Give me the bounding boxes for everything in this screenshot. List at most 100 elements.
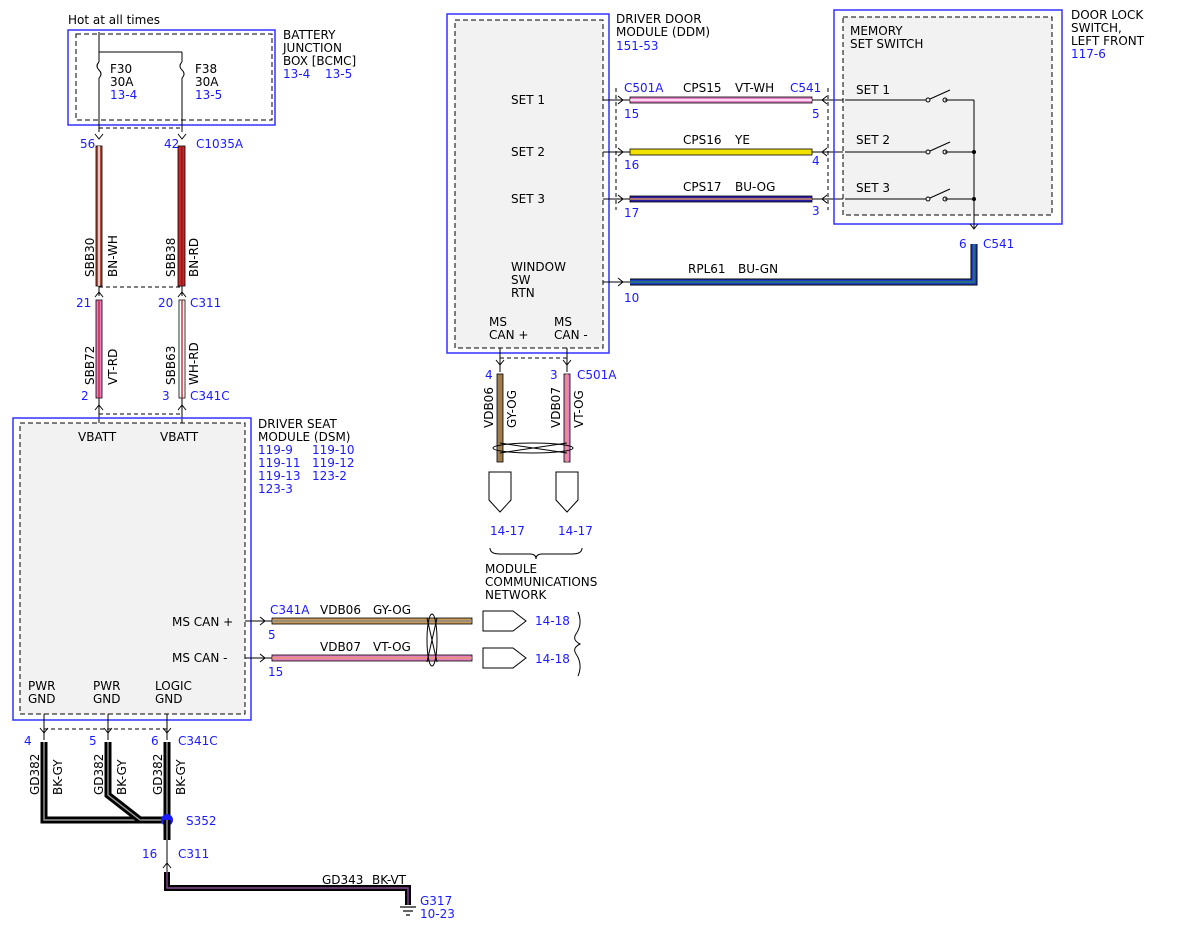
c311-pin-20: 20 (158, 296, 173, 310)
connector-arrow-icon (94, 133, 104, 140)
dsm-logic-gnd-l2: GND (155, 692, 183, 706)
ddm-ref[interactable]: 151-53 (616, 39, 659, 53)
fuse-f30-name: F30 (110, 62, 132, 76)
network-ref-14-18-b[interactable]: 14-18 (535, 652, 570, 666)
door-lock-switch-title-l1: DOOR LOCK (1071, 8, 1144, 22)
dsm-vbatt-2: VBATT (160, 430, 199, 444)
c501a-connector-label[interactable]: C501A (624, 81, 664, 95)
network-ref-14-18-a[interactable]: 14-18 (535, 614, 570, 628)
ddm-set2: SET 2 (511, 145, 545, 159)
c541-pin-3: 3 (812, 204, 820, 218)
ground-g317-label[interactable]: G317 (420, 894, 452, 908)
dsm-title-line2: MODULE (DSM) (258, 430, 350, 444)
fuse-f30-ref[interactable]: 13-4 (110, 88, 137, 102)
gd382-color-3: BK-GY (174, 759, 188, 795)
wire-sbb30-color: BN-WH (106, 235, 120, 277)
dsm-vbatt-1: VBATT (78, 430, 117, 444)
c341c-pin-4: 4 (24, 734, 32, 748)
offpage-connector-icon[interactable] (482, 610, 527, 632)
fuse-f38-name: F38 (195, 62, 217, 76)
c541-bottom-connector-label[interactable]: C541 (983, 237, 1014, 251)
network-ref-14-17-b[interactable]: 14-17 (558, 524, 593, 538)
dsm-title-line1: DRIVER SEAT (258, 417, 338, 431)
network-title-l1: MODULE (485, 562, 537, 576)
c311-bottom-connector-label[interactable]: C311 (178, 847, 209, 861)
dsm-pwr-gnd-1-l2: GND (28, 692, 56, 706)
door-lock-switch-title-l3: LEFT FRONT (1071, 34, 1145, 48)
c341a-pin-15: 15 (268, 665, 283, 679)
wire-cps17-circuit: CPS17 (683, 180, 722, 194)
dsm-ms-can-minus: MS CAN - (172, 651, 228, 665)
wire-vdb06-dsm-circuit: VDB06 (320, 603, 361, 617)
c501a-pin-10: 10 (624, 291, 639, 305)
wire-sbb38-color: BN-RD (187, 238, 201, 277)
offpage-connector-icon[interactable] (482, 647, 527, 669)
ddm-set1: SET 1 (511, 93, 545, 107)
c501a-pin-16: 16 (624, 158, 639, 172)
c501a-can-connector-label[interactable]: C501A (577, 368, 617, 382)
gd382-circuit-2: GD382 (92, 754, 106, 795)
c341c-bottom-connector-label[interactable]: C341C (178, 734, 218, 748)
dsm-inner-box (19, 422, 246, 715)
c341c-pin-5: 5 (89, 734, 97, 748)
c1035a-pin-56: 56 (80, 137, 95, 151)
ddm-ms-can-plus-l1: MS (489, 315, 507, 329)
c501a-can-pin-4: 4 (485, 368, 493, 382)
dsm-pwr-gnd-2-l2: GND (93, 692, 121, 706)
dsm-ref[interactable]: 119-12 (312, 456, 355, 470)
wire-cps17-color: BU-OG (735, 180, 775, 194)
c541-connector-label[interactable]: C541 (790, 81, 821, 95)
dsm-ref[interactable]: 123-3 (258, 482, 293, 496)
splice-s352-label[interactable]: S352 (186, 814, 217, 828)
offpage-connector-icon[interactable] (555, 471, 579, 513)
ddm-window-l2: SW (511, 273, 531, 287)
c541-pin-5: 5 (812, 107, 820, 121)
dsm-ref[interactable]: 119-11 (258, 456, 301, 470)
door-lock-switch-title-l2: SWITCH, (1071, 21, 1122, 35)
network-ref-14-17-a[interactable]: 14-17 (490, 524, 525, 538)
bcmc-ref-2[interactable]: 13-5 (325, 67, 352, 81)
wire-vdb06-ddm[interactable] (496, 373, 504, 463)
dsm-ref[interactable]: 123-2 (312, 469, 347, 483)
fuse-f38-ref[interactable]: 13-5 (195, 88, 222, 102)
wire-rpl61-color: BU-GN (738, 262, 778, 276)
wire-sbb63-circuit: SBB63 (164, 346, 178, 385)
wire-cps16-circuit: CPS16 (683, 133, 722, 147)
memory-set1: SET 1 (856, 83, 890, 97)
wire-sbb30-circuit: SBB30 (83, 238, 97, 277)
wire-vdb06-ddm-color: GY-OG (505, 390, 519, 428)
wire-gd343-color: BK-VT (372, 873, 407, 887)
offpage-connector-icon[interactable] (488, 471, 512, 513)
c341c-top-connector-label[interactable]: C341C (190, 389, 230, 403)
c341a-connector-label[interactable]: C341A (270, 603, 310, 617)
door-lock-switch-ref[interactable]: 117-6 (1071, 47, 1106, 61)
dsm-ref[interactable]: 119-13 (258, 469, 301, 483)
wire-vdb07-dsm-circuit: VDB07 (320, 640, 361, 654)
memory-set2: SET 2 (856, 133, 890, 147)
wire-vdb07-ddm-circuit: VDB07 (549, 387, 563, 428)
bcmc-title-line3: BOX [BCMC] (283, 54, 356, 68)
wire-vdb06-ddm-circuit: VDB06 (482, 387, 496, 428)
wire-rpl61[interactable] (630, 244, 978, 286)
c501a-can-pin-3: 3 (550, 368, 558, 382)
wire-vdb07-ddm-color: VT-OG (572, 390, 586, 428)
c501a-pin-17: 17 (624, 206, 639, 220)
memory-set3: SET 3 (856, 181, 890, 195)
gd382-circuit-1: GD382 (28, 754, 42, 795)
brace-icon (574, 611, 582, 677)
wire-sbb72-color: VT-RD (106, 349, 120, 385)
ddm-ms-can-minus-l1: MS (554, 315, 572, 329)
c311-connector-label[interactable]: C311 (190, 296, 221, 310)
ddm-title-line2: MODULE (DDM) (616, 25, 710, 39)
brace-icon (489, 547, 583, 560)
bcmc-ref-1[interactable]: 13-4 (283, 67, 310, 81)
wire-sbb63-color: WH-RD (187, 342, 201, 385)
bcmc-inner-box (75, 33, 273, 121)
wire-cps16[interactable] (629, 148, 813, 156)
c1035a-connector-label[interactable]: C1035A (196, 137, 244, 151)
wire-vdb06-dsm-color: GY-OG (373, 603, 411, 617)
dsm-ref[interactable]: 119-10 (312, 443, 355, 457)
ground-g317-ref[interactable]: 10-23 (420, 907, 455, 921)
hot-at-all-times-label: Hot at all times (68, 13, 160, 27)
dsm-ref[interactable]: 119-9 (258, 443, 293, 457)
